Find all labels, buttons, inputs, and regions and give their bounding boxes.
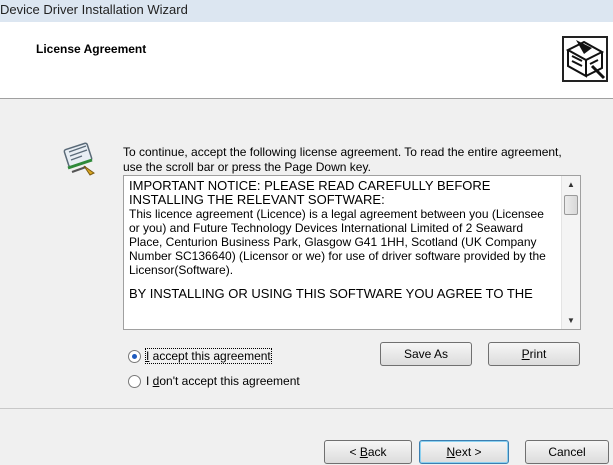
- cancel-button[interactable]: Cancel: [525, 440, 609, 464]
- license-heading: IMPORTANT NOTICE: PLEASE READ CAREFULLY …: [129, 178, 491, 207]
- scroll-thumb[interactable]: [564, 195, 578, 215]
- next-button[interactable]: Next >: [419, 440, 509, 464]
- license-scroll-icon: [63, 142, 95, 176]
- title-bar: Device Driver Installation Wizard: [0, 0, 613, 22]
- wizard-footer: < Back Next > Cancel: [0, 409, 613, 465]
- instructions-text: To continue, accept the following licens…: [123, 145, 562, 174]
- license-continued: BY INSTALLING OR USING THIS SOFTWARE YOU…: [129, 286, 533, 301]
- print-button[interactable]: Print: [488, 342, 580, 366]
- decline-option[interactable]: I don't accept this agreement: [128, 374, 300, 388]
- scroll-down-arrow-icon[interactable]: ▼: [562, 312, 580, 329]
- installer-logo-icon: [562, 36, 608, 82]
- window-title: Device Driver Installation Wizard: [0, 2, 188, 17]
- decline-radio[interactable]: [128, 374, 141, 388]
- scroll-up-arrow-icon[interactable]: ▲: [562, 176, 580, 193]
- wizard-body: To continue, accept the following licens…: [0, 100, 613, 408]
- license-text-box[interactable]: IMPORTANT NOTICE: PLEASE READ CAREFULLY …: [123, 175, 581, 330]
- back-button[interactable]: < Back: [324, 440, 412, 464]
- license-text: IMPORTANT NOTICE: PLEASE READ CAREFULLY …: [129, 179, 557, 301]
- license-scrollbar[interactable]: ▲ ▼: [561, 176, 580, 329]
- accept-option[interactable]: I accept this agreement: [128, 348, 272, 364]
- license-body: This licence agreement (Licence) is a le…: [129, 207, 546, 277]
- accept-radio[interactable]: [128, 349, 141, 363]
- save-as-button[interactable]: Save As: [380, 342, 472, 366]
- accept-label[interactable]: I accept this agreement: [145, 348, 272, 364]
- decline-label[interactable]: I don't accept this agreement: [146, 374, 300, 388]
- page-title: License Agreement: [36, 42, 147, 56]
- wizard-header: License Agreement: [0, 22, 613, 99]
